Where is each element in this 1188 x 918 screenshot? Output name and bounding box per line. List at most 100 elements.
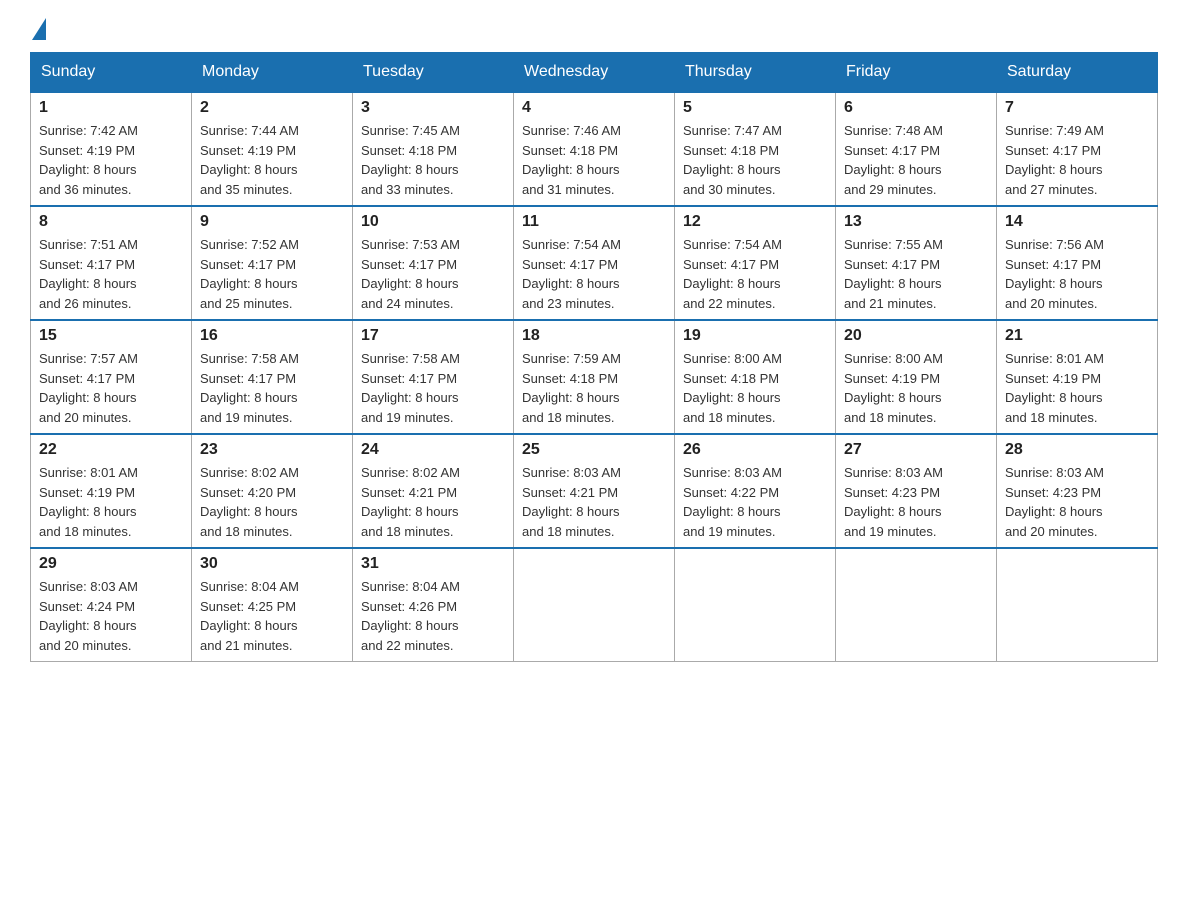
day-number: 7: [1005, 99, 1149, 117]
day-number: 24: [361, 441, 505, 459]
weekday-header-sunday: Sunday: [31, 53, 192, 93]
day-number: 14: [1005, 213, 1149, 231]
weekday-header-thursday: Thursday: [675, 53, 836, 93]
day-info: Sunrise: 7:44 AMSunset: 4:19 PMDaylight:…: [200, 121, 344, 199]
day-info: Sunrise: 7:49 AMSunset: 4:17 PMDaylight:…: [1005, 121, 1149, 199]
day-info: Sunrise: 8:02 AMSunset: 4:21 PMDaylight:…: [361, 463, 505, 541]
calendar-cell: 15 Sunrise: 7:57 AMSunset: 4:17 PMDayligh…: [31, 320, 192, 434]
day-number: 31: [361, 555, 505, 573]
logo: [30, 20, 48, 42]
week-row-1: 1 Sunrise: 7:42 AMSunset: 4:19 PMDaylight…: [31, 92, 1158, 206]
day-info: Sunrise: 7:45 AMSunset: 4:18 PMDaylight:…: [361, 121, 505, 199]
calendar-cell: 20 Sunrise: 8:00 AMSunset: 4:19 PMDayligh…: [836, 320, 997, 434]
calendar-cell: 7 Sunrise: 7:49 AMSunset: 4:17 PMDaylight…: [997, 92, 1158, 206]
day-info: Sunrise: 8:03 AMSunset: 4:22 PMDaylight:…: [683, 463, 827, 541]
day-info: Sunrise: 8:03 AMSunset: 4:21 PMDaylight:…: [522, 463, 666, 541]
day-info: Sunrise: 7:48 AMSunset: 4:17 PMDaylight:…: [844, 121, 988, 199]
calendar-cell: 30 Sunrise: 8:04 AMSunset: 4:25 PMDayligh…: [192, 548, 353, 662]
calendar-cell: 12Sunrise: 7:54 AMSunset: 4:17 PMDayligh…: [675, 206, 836, 320]
day-info: Sunrise: 7:56 AMSunset: 4:17 PMDaylight:…: [1005, 235, 1149, 313]
calendar-cell: 14 Sunrise: 7:56 AMSunset: 4:17 PMDayligh…: [997, 206, 1158, 320]
day-number: 30: [200, 555, 344, 573]
day-info: Sunrise: 8:00 AMSunset: 4:18 PMDaylight:…: [683, 349, 827, 427]
calendar-cell: [514, 548, 675, 662]
logo-arrow-icon: [32, 18, 46, 40]
calendar-cell: 9Sunrise: 7:52 AMSunset: 4:17 PMDaylight…: [192, 206, 353, 320]
day-info: Sunrise: 8:00 AMSunset: 4:19 PMDaylight:…: [844, 349, 988, 427]
calendar-cell: 31 Sunrise: 8:04 AMSunset: 4:26 PMDayligh…: [353, 548, 514, 662]
day-number: 26: [683, 441, 827, 459]
day-number: 11: [522, 213, 666, 231]
calendar-cell: 27 Sunrise: 8:03 AMSunset: 4:23 PMDayligh…: [836, 434, 997, 548]
day-number: 15: [39, 327, 183, 345]
day-info: Sunrise: 8:02 AMSunset: 4:20 PMDaylight:…: [200, 463, 344, 541]
calendar-cell: 13Sunrise: 7:55 AMSunset: 4:17 PMDayligh…: [836, 206, 997, 320]
day-info: Sunrise: 7:46 AMSunset: 4:18 PMDaylight:…: [522, 121, 666, 199]
day-number: 10: [361, 213, 505, 231]
calendar-cell: 11 Sunrise: 7:54 AMSunset: 4:17 PMDayligh…: [514, 206, 675, 320]
day-number: 19: [683, 327, 827, 345]
week-row-2: 8 Sunrise: 7:51 AMSunset: 4:17 PMDaylight…: [31, 206, 1158, 320]
day-number: 5: [683, 99, 827, 117]
day-number: 25: [522, 441, 666, 459]
calendar-cell: 17 Sunrise: 7:58 AMSunset: 4:17 PMDayligh…: [353, 320, 514, 434]
day-number: 8: [39, 213, 183, 231]
weekday-header-friday: Friday: [836, 53, 997, 93]
day-number: 17: [361, 327, 505, 345]
day-info: Sunrise: 7:55 AMSunset: 4:17 PMDaylight:…: [844, 235, 988, 313]
day-info: Sunrise: 8:04 AMSunset: 4:26 PMDaylight:…: [361, 577, 505, 655]
calendar-cell: 26 Sunrise: 8:03 AMSunset: 4:22 PMDayligh…: [675, 434, 836, 548]
calendar-cell: 1 Sunrise: 7:42 AMSunset: 4:19 PMDaylight…: [31, 92, 192, 206]
day-number: 22: [39, 441, 183, 459]
day-info: Sunrise: 7:51 AMSunset: 4:17 PMDaylight:…: [39, 235, 183, 313]
day-number: 21: [1005, 327, 1149, 345]
calendar-cell: [997, 548, 1158, 662]
day-info: Sunrise: 8:03 AMSunset: 4:23 PMDaylight:…: [844, 463, 988, 541]
calendar-cell: 8 Sunrise: 7:51 AMSunset: 4:17 PMDaylight…: [31, 206, 192, 320]
calendar-cell: 10Sunrise: 7:53 AMSunset: 4:17 PMDayligh…: [353, 206, 514, 320]
day-number: 16: [200, 327, 344, 345]
day-number: 2: [200, 99, 344, 117]
day-info: Sunrise: 7:54 AMSunset: 4:17 PMDaylight:…: [522, 235, 666, 313]
day-info: Sunrise: 7:57 AMSunset: 4:17 PMDaylight:…: [39, 349, 183, 427]
weekday-header-saturday: Saturday: [997, 53, 1158, 93]
page-header: [30, 20, 1158, 42]
day-number: 27: [844, 441, 988, 459]
calendar-cell: 21 Sunrise: 8:01 AMSunset: 4:19 PMDayligh…: [997, 320, 1158, 434]
day-info: Sunrise: 7:47 AMSunset: 4:18 PMDaylight:…: [683, 121, 827, 199]
calendar-cell: [675, 548, 836, 662]
calendar-cell: 16 Sunrise: 7:58 AMSunset: 4:17 PMDayligh…: [192, 320, 353, 434]
day-info: Sunrise: 8:03 AMSunset: 4:23 PMDaylight:…: [1005, 463, 1149, 541]
calendar-cell: 6 Sunrise: 7:48 AMSunset: 4:17 PMDaylight…: [836, 92, 997, 206]
day-info: Sunrise: 8:01 AMSunset: 4:19 PMDaylight:…: [1005, 349, 1149, 427]
calendar-cell: 2 Sunrise: 7:44 AMSunset: 4:19 PMDaylight…: [192, 92, 353, 206]
day-number: 23: [200, 441, 344, 459]
calendar-cell: 22Sunrise: 8:01 AMSunset: 4:19 PMDayligh…: [31, 434, 192, 548]
day-info: Sunrise: 7:58 AMSunset: 4:17 PMDaylight:…: [200, 349, 344, 427]
day-info: Sunrise: 7:58 AMSunset: 4:17 PMDaylight:…: [361, 349, 505, 427]
weekday-header-row: SundayMondayTuesdayWednesdayThursdayFrid…: [31, 53, 1158, 93]
week-row-4: 22Sunrise: 8:01 AMSunset: 4:19 PMDayligh…: [31, 434, 1158, 548]
day-number: 20: [844, 327, 988, 345]
calendar-cell: 4 Sunrise: 7:46 AMSunset: 4:18 PMDaylight…: [514, 92, 675, 206]
calendar-table: SundayMondayTuesdayWednesdayThursdayFrid…: [30, 52, 1158, 662]
calendar-cell: [836, 548, 997, 662]
week-row-3: 15 Sunrise: 7:57 AMSunset: 4:17 PMDayligh…: [31, 320, 1158, 434]
day-number: 12: [683, 213, 827, 231]
day-info: Sunrise: 8:04 AMSunset: 4:25 PMDaylight:…: [200, 577, 344, 655]
day-number: 6: [844, 99, 988, 117]
day-info: Sunrise: 7:42 AMSunset: 4:19 PMDaylight:…: [39, 121, 183, 199]
calendar-cell: 25 Sunrise: 8:03 AMSunset: 4:21 PMDayligh…: [514, 434, 675, 548]
day-number: 29: [39, 555, 183, 573]
day-info: Sunrise: 7:59 AMSunset: 4:18 PMDaylight:…: [522, 349, 666, 427]
day-number: 4: [522, 99, 666, 117]
day-info: Sunrise: 8:03 AMSunset: 4:24 PMDaylight:…: [39, 577, 183, 655]
calendar-cell: 3Sunrise: 7:45 AMSunset: 4:18 PMDaylight…: [353, 92, 514, 206]
calendar-cell: 28 Sunrise: 8:03 AMSunset: 4:23 PMDayligh…: [997, 434, 1158, 548]
day-number: 18: [522, 327, 666, 345]
day-number: 1: [39, 99, 183, 117]
day-info: Sunrise: 7:52 AMSunset: 4:17 PMDaylight:…: [200, 235, 344, 313]
day-number: 28: [1005, 441, 1149, 459]
calendar-cell: 5 Sunrise: 7:47 AMSunset: 4:18 PMDaylight…: [675, 92, 836, 206]
weekday-header-wednesday: Wednesday: [514, 53, 675, 93]
